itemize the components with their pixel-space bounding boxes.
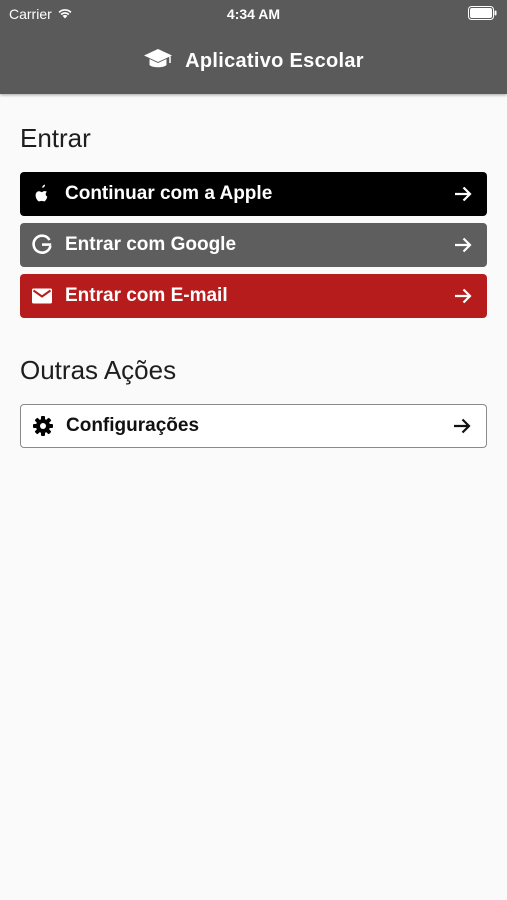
other-actions-section-title: Outras Ações (20, 355, 177, 385)
settings-button[interactable]: Configurações (20, 404, 487, 448)
settings-label: Configurações (66, 415, 200, 436)
apple-sign-in-button[interactable]: Continuar com a Apple (20, 172, 487, 216)
gear-icon (31, 414, 55, 438)
nav-bar: Aplicativo Escolar (0, 46, 507, 76)
arrow-right-icon (452, 415, 474, 437)
email-sign-in-button[interactable]: Entrar com E-mail (20, 274, 487, 318)
graduation-cap-icon (143, 47, 173, 76)
apple-icon (30, 182, 54, 206)
arrow-right-icon (453, 183, 475, 205)
apple-sign-in-label: Continuar com a Apple (65, 183, 273, 204)
app-header: Carrier 4:34 AM Aplicativo Escolar (0, 0, 507, 94)
arrow-right-icon (453, 234, 475, 256)
google-sign-in-label: Entrar com Google (65, 234, 237, 255)
clock: 4:34 AM (226, 6, 281, 22)
google-sign-in-button[interactable]: Entrar com Google (20, 223, 487, 267)
battery-icon (468, 6, 498, 23)
arrow-right-icon (453, 285, 475, 307)
page-title: Aplicativo Escolar (185, 49, 364, 72)
google-icon (30, 233, 54, 257)
status-bar: Carrier 4:34 AM (0, 0, 507, 28)
mail-icon (30, 284, 54, 308)
email-sign-in-label: Entrar com E-mail (65, 285, 228, 306)
login-section-title: Entrar (20, 123, 91, 153)
